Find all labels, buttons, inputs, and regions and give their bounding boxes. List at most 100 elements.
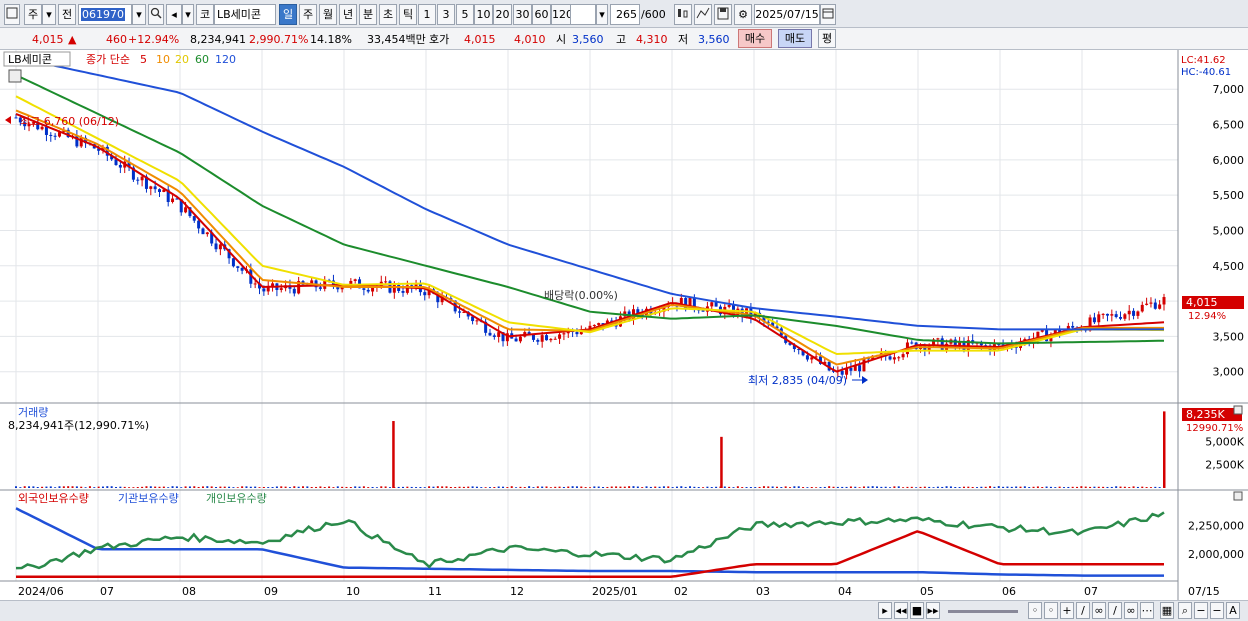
calendar-icon[interactable] bbox=[820, 4, 836, 25]
candle-body bbox=[149, 186, 153, 189]
volume-bar bbox=[784, 486, 787, 488]
volume-bar bbox=[597, 486, 600, 488]
chart-area[interactable]: 2024/06 07 08 09 10 11 12 2025/01 02 03 04 05 06 07 3,… bbox=[0, 50, 1248, 600]
volume-bar bbox=[623, 486, 626, 488]
window-icon[interactable] bbox=[4, 4, 20, 25]
chevron-down-icon[interactable]: ▾ bbox=[596, 4, 608, 25]
volume-bar bbox=[558, 486, 561, 488]
volume-bar bbox=[493, 487, 496, 488]
zoom-reset-icon[interactable]: ◦ bbox=[1044, 602, 1058, 619]
candle-icon[interactable] bbox=[674, 4, 692, 25]
chevron-down-icon[interactable]: ▾ bbox=[182, 4, 194, 25]
search-icon[interactable]: ⌕ bbox=[1178, 602, 1192, 619]
volume-bar bbox=[767, 486, 770, 488]
volume-bar bbox=[210, 486, 213, 488]
volume-bar bbox=[1145, 487, 1148, 488]
volume-bar bbox=[375, 487, 378, 488]
volume-bar bbox=[823, 486, 826, 488]
stop-icon[interactable]: ■ bbox=[910, 602, 924, 619]
volume-bar bbox=[836, 486, 839, 488]
period-tab[interactable]: 분 bbox=[359, 4, 377, 25]
font-size-icon[interactable]: A bbox=[1226, 602, 1240, 619]
volume-bar bbox=[928, 486, 931, 488]
forward-icon[interactable]: ▸▸ bbox=[926, 602, 940, 619]
volume-bar bbox=[854, 486, 857, 488]
minus-icon[interactable]: − bbox=[1210, 602, 1224, 619]
table-icon[interactable] bbox=[8, 69, 22, 83]
close-icon[interactable] bbox=[1233, 491, 1243, 501]
volume-bar bbox=[984, 486, 987, 488]
period-tab[interactable]: 틱 bbox=[399, 4, 417, 25]
interval-button[interactable]: 3 bbox=[437, 4, 455, 25]
volume-bar bbox=[962, 486, 965, 488]
period-tab[interactable]: 주 bbox=[299, 4, 317, 25]
candle-body bbox=[1114, 314, 1118, 317]
candle-body bbox=[536, 339, 540, 342]
period-tab[interactable]: 월 bbox=[319, 4, 337, 25]
high-label: 고 bbox=[616, 33, 627, 46]
period-tab[interactable]: 일 bbox=[279, 4, 297, 25]
close-icon[interactable] bbox=[1233, 405, 1243, 415]
dots-icon[interactable]: ⋯ bbox=[1140, 602, 1154, 619]
volume-bar bbox=[306, 486, 309, 488]
count-input[interactable]: 265 bbox=[610, 4, 640, 25]
minus-icon[interactable]: − bbox=[1194, 602, 1208, 619]
interval-button[interactable]: 20 bbox=[493, 4, 512, 25]
crosshair-icon[interactable]: + bbox=[1060, 602, 1074, 619]
volume-bar bbox=[106, 486, 109, 488]
buy-button[interactable]: 매수 bbox=[738, 29, 772, 48]
candle-body bbox=[1140, 304, 1144, 312]
interval-button[interactable]: 30 bbox=[513, 4, 532, 25]
volume-bar bbox=[884, 486, 887, 488]
period-tab[interactable]: 초 bbox=[379, 4, 397, 25]
pen-icon[interactable]: / bbox=[1108, 602, 1122, 619]
link-icon[interactable]: ∞ bbox=[1124, 602, 1138, 619]
market-select-1[interactable]: 주 bbox=[24, 4, 42, 25]
last-pct-tag: 12.94% bbox=[1188, 311, 1226, 322]
zoom-slider[interactable] bbox=[948, 610, 1018, 613]
candle-body bbox=[44, 126, 48, 135]
stock-code-input[interactable]: 061970 bbox=[78, 4, 132, 25]
volume-bar bbox=[171, 486, 174, 488]
interval-button[interactable]: 1 bbox=[418, 4, 436, 25]
turnover: 14.18% bbox=[310, 33, 352, 46]
market-select-2[interactable]: 전 bbox=[58, 4, 76, 25]
bottom-nav: ▸ ◂◂ ■ ▸▸ ◦ ◦ + / ∞ / ∞ ⋯ ▦ ⌕ − − A bbox=[0, 600, 1248, 621]
candle-body bbox=[197, 220, 201, 229]
chevron-down-icon[interactable]: ▾ bbox=[132, 4, 146, 25]
grid-icon[interactable]: ▦ bbox=[1160, 602, 1174, 619]
y-tick-label: 7,000 bbox=[1213, 83, 1245, 96]
save-icon[interactable] bbox=[714, 4, 732, 25]
interval-button[interactable]: 60 bbox=[532, 4, 551, 25]
eval-button[interactable]: 평 bbox=[818, 29, 836, 48]
volume-bar bbox=[1028, 487, 1031, 488]
link-icon[interactable]: ∞ bbox=[1092, 602, 1106, 619]
stock-name-field[interactable]: LB세미콘 bbox=[214, 4, 276, 25]
scroll-right-icon[interactable]: ▸ bbox=[878, 602, 892, 619]
candle-body bbox=[184, 207, 188, 213]
zoom-out-icon[interactable]: ◦ bbox=[1028, 602, 1042, 619]
volume-bar bbox=[1084, 486, 1087, 488]
volume-bar bbox=[362, 486, 365, 488]
candle-body bbox=[53, 135, 57, 137]
volume-bar bbox=[732, 487, 735, 488]
candle-body bbox=[553, 338, 557, 340]
volume-bar bbox=[36, 486, 39, 488]
chevron-down-icon[interactable]: ▾ bbox=[42, 4, 56, 25]
ruler-icon[interactable]: / bbox=[1076, 602, 1090, 619]
interval-button[interactable]: 10 bbox=[474, 4, 493, 25]
search-icon[interactable] bbox=[148, 4, 164, 25]
date-input[interactable]: 2025/07/15 bbox=[754, 4, 820, 25]
draw-icon[interactable] bbox=[694, 4, 712, 25]
volume-bar bbox=[23, 486, 26, 488]
candle-body bbox=[353, 279, 357, 281]
interval-input[interactable] bbox=[570, 4, 596, 25]
sell-button[interactable]: 매도 bbox=[778, 29, 812, 48]
gear-icon[interactable]: ⚙ bbox=[734, 4, 752, 25]
volume-bar bbox=[232, 487, 235, 488]
period-tab[interactable]: 년 bbox=[339, 4, 357, 25]
low-label: 저 bbox=[678, 33, 689, 46]
interval-button[interactable]: 5 bbox=[456, 4, 474, 25]
speaker-icon[interactable]: ◂ bbox=[166, 4, 182, 25]
rewind-icon[interactable]: ◂◂ bbox=[894, 602, 908, 619]
